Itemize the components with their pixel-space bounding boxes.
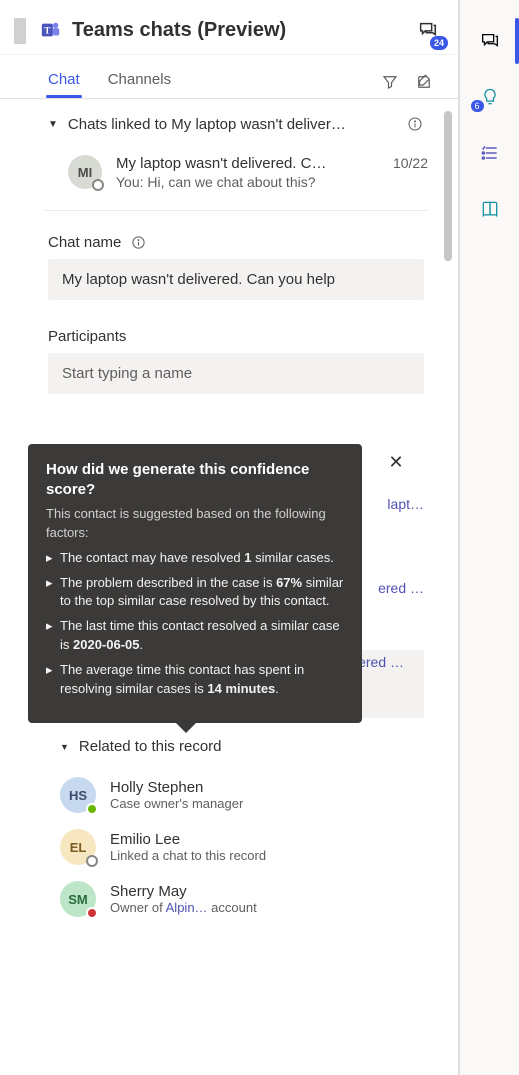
chats-count-badge: 24 [430,36,448,50]
avatar: HS [60,777,96,813]
tab-channels[interactable]: Channels [106,65,173,98]
presence-busy-icon [86,907,98,919]
rail-active-indicator [515,18,519,64]
close-icon[interactable]: ✕ [384,450,408,474]
related-header[interactable]: Related to this record [79,738,222,755]
tooltip-bullet: The average time this contact has spent … [60,661,344,699]
scrollbar-thumb[interactable] [444,111,452,261]
contact-row[interactable]: HS Holly Stephen Case owner's manager [60,769,424,821]
tooltip-bullet: The problem described in the case is 67%… [60,574,344,612]
panel-title: Teams chats (Preview) [72,19,398,42]
book-rail-icon[interactable] [479,198,501,220]
tab-chat[interactable]: Chat [46,65,82,98]
chat-name-label: Chat name [48,234,121,251]
avatar-initials: SM [68,892,88,907]
contact-sub: Linked a chat to this record [110,848,266,863]
linked-chats-header[interactable]: Chats linked to My laptop wasn't deliver… [68,116,398,133]
compose-icon[interactable] [410,68,438,96]
contact-name: Emilio Lee [110,831,266,848]
presence-available-icon [86,803,98,815]
contact-row[interactable]: EL Emilio Lee Linked a chat to this reco… [60,821,424,873]
avatar-initials: EL [70,840,87,855]
chat-title: My laptop wasn't delivered. C… [116,155,383,172]
avatar-initials: HS [69,788,87,803]
info-icon[interactable] [406,115,424,133]
presence-unknown-icon [92,179,104,191]
contact-sub: Case owner's manager [110,796,243,811]
account-link[interactable]: Alpin… [166,900,208,915]
presence-unknown-icon [86,855,98,867]
chat-list-item[interactable]: MI My laptop wasn't delivered. C… 10/22 … [0,137,458,210]
truncated-link[interactable]: ered … [358,650,424,670]
avatar: SM [60,881,96,917]
chat-date: 10/22 [393,155,428,171]
lightbulb-rail-icon[interactable]: 6 [479,86,501,108]
contact-name: Holly Stephen [110,779,243,796]
info-icon[interactable] [129,233,147,251]
teams-icon: T [40,19,62,41]
contact-name: Sherry May [110,883,257,900]
rail-badge: 6 [471,100,484,112]
chat-preview: You: Hi, can we chat about this? [116,174,428,190]
contact-sub: Owner of Alpin… account [110,900,257,915]
chat-name-input[interactable] [48,259,424,300]
chats-icon-button[interactable]: 24 [414,16,442,44]
list-rail-icon[interactable] [479,142,501,164]
chats-rail-icon[interactable] [479,30,501,52]
avatar: EL [60,829,96,865]
tooltip-lead: This contact is suggested based on the f… [46,505,344,543]
svg-text:T: T [44,26,50,36]
tooltip-bullet: The last time this contact resolved a si… [60,617,344,655]
window-tab-stub [14,18,26,44]
filter-icon[interactable] [376,68,404,96]
tooltip-bullet: The contact may have resolved 1 similar … [60,549,344,568]
participants-label: Participants [48,328,126,345]
participants-input[interactable] [48,353,424,394]
chevron-down-icon[interactable]: ▼ [48,119,58,130]
chevron-down-icon[interactable]: ▼ [60,742,69,752]
confidence-tooltip: How did we generate this confidence scor… [28,444,362,723]
avatar: MI [68,155,102,189]
avatar-initials: MI [78,165,92,180]
tooltip-title: How did we generate this confidence scor… [46,460,344,499]
contact-row[interactable]: SM Sherry May Owner of Alpin… account [60,873,424,925]
